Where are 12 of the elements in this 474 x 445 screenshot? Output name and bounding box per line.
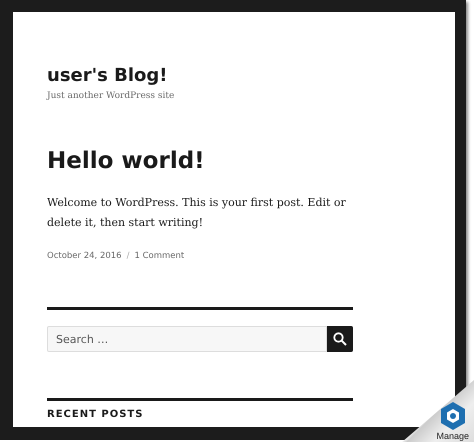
meta-separator: / — [126, 251, 130, 261]
site-title[interactable]: user's Blog! — [47, 65, 353, 87]
search-field[interactable]: Search … — [47, 326, 327, 352]
post-body: Welcome to WordPress. This is your first post. Edit or delete it, then start writing! — [47, 195, 347, 231]
manage-label: Manage — [436, 431, 469, 441]
post-date[interactable]: October 24, 2016 — [47, 251, 122, 261]
post-title[interactable]: Hello world! — [47, 147, 353, 175]
comments-link[interactable]: 1 Comment — [134, 251, 184, 261]
search-icon — [333, 332, 347, 346]
search-button[interactable] — [327, 326, 353, 352]
site-tagline: Just another WordPress site — [47, 91, 176, 101]
widget-title: RECENT POSTS — [47, 409, 144, 421]
